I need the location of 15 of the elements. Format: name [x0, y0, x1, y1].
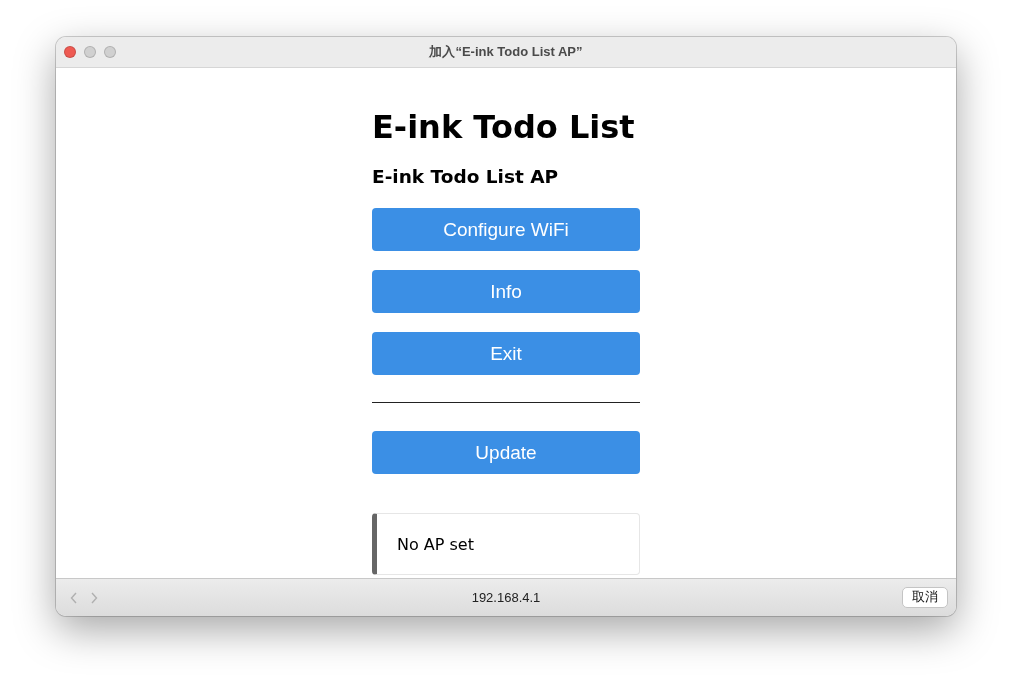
cancel-button[interactable]: 取消 [902, 587, 948, 608]
update-button[interactable]: Update [372, 431, 640, 474]
message-text: No AP set [397, 534, 474, 554]
window-title: 加入“E-ink Todo List AP” [429, 44, 583, 59]
close-button[interactable] [64, 46, 76, 58]
menu-button[interactable]: Info [372, 270, 640, 313]
page-heading: E-ink Todo List [372, 107, 636, 148]
back-icon[interactable] [70, 591, 78, 604]
forward-icon[interactable] [90, 591, 98, 604]
zoom-button[interactable] [104, 46, 116, 58]
menu-button[interactable]: Configure WiFi [372, 208, 640, 251]
menu-button[interactable]: Exit [372, 332, 640, 375]
page-subheading: E-ink Todo List AP [372, 165, 560, 189]
minimize-button[interactable] [84, 46, 96, 58]
address-text: 192.168.4.1 [471, 590, 541, 605]
